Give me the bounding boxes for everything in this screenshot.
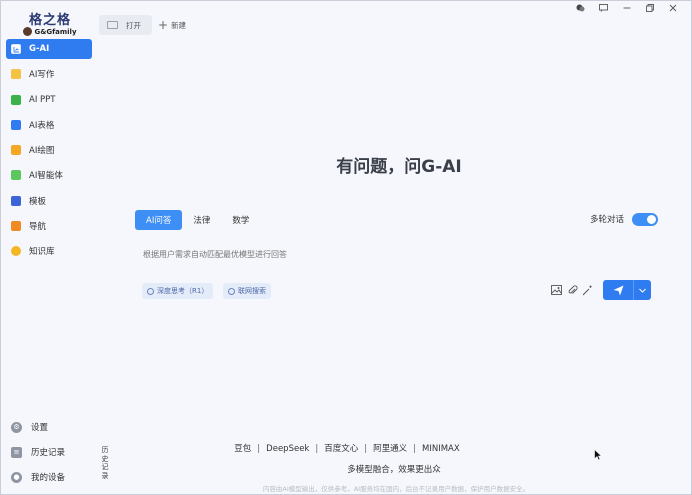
sidebar-item-my-devices[interactable]: ● 我的设备 (6, 467, 96, 487)
deep-think-label: 深度思考（R1） (157, 287, 209, 295)
sidebar-item-label: 导航 (29, 222, 47, 233)
logo: 格之格 G&Gfamily (15, 9, 85, 36)
sidebar-item-label: 设置 (31, 423, 49, 433)
logo-mark-icon (23, 27, 33, 36)
multi-turn-label: 多轮对话 (589, 215, 624, 225)
deep-think-chip[interactable]: 深度思考（R1） (142, 283, 214, 299)
sidebar-item-ai-table[interactable]: AI表格 (6, 115, 92, 135)
disclaimer: 内容由AI模型输出，仅供参考。AI服务均在国内，后台不记录用户数据，保护用户数据… (262, 485, 530, 493)
model-name: 豆包 (234, 444, 252, 454)
send-button[interactable] (603, 280, 651, 300)
atom-icon (147, 287, 154, 295)
multi-turn-toggle[interactable] (632, 213, 658, 226)
window-controls (569, 2, 684, 14)
chart-icon (11, 44, 21, 54)
message-icon[interactable] (592, 2, 615, 14)
chevron-down-icon[interactable] (634, 280, 651, 300)
sidebar-item-label: AI绘图 (29, 146, 55, 157)
prompt-input[interactable] (143, 242, 643, 266)
palette-icon (11, 145, 21, 156)
sidebar-item-settings[interactable]: ⚙ 设置 (6, 417, 96, 437)
tab-ai-qa[interactable]: AI问答 (135, 210, 183, 230)
image-icon[interactable] (550, 284, 562, 296)
open-label: 打开 (126, 20, 141, 30)
sidebar-item-navigation[interactable]: 导航 (6, 216, 92, 236)
logo-subtext: G&Gfamily (34, 27, 77, 36)
mouse-cursor-icon (594, 449, 602, 461)
table-icon (11, 119, 21, 130)
model-name: DeepSeek (266, 444, 310, 454)
close-icon[interactable] (661, 2, 684, 14)
sidebar-nav: G-AI AI写作 AI PPT AI表格 AI绘图 AI智能体 模板 导航 知… (6, 39, 92, 267)
sidebar: 格之格 G&Gfamily G-AI AI写作 AI PPT AI表格 AI绘图… (1, 1, 95, 494)
new-button[interactable]: + 新建 (158, 15, 186, 35)
attachment-icon[interactable] (566, 284, 578, 296)
sidebar-item-ai-drawing[interactable]: AI绘图 (6, 140, 92, 160)
grid-icon (11, 195, 21, 206)
sidebar-item-ai-ppt[interactable]: AI PPT (6, 90, 92, 110)
sidebar-item-ai-agent[interactable]: AI智能体 (6, 165, 92, 185)
web-search-chip[interactable]: 联网搜索 (223, 283, 271, 299)
tab-math[interactable]: 数学 (221, 210, 260, 230)
model-name: 阿里通义 (373, 444, 408, 454)
robot-icon (11, 170, 21, 181)
sidebar-item-label: 模板 (29, 196, 47, 207)
new-label: 新建 (171, 20, 187, 30)
magic-wand-icon[interactable] (581, 284, 593, 296)
lightbulb-icon (11, 246, 21, 257)
app-window: 格之格 G&Gfamily G-AI AI写作 AI PPT AI表格 AI绘图… (0, 0, 692, 495)
maximize-icon[interactable] (638, 2, 661, 14)
model-list: 豆包 | DeepSeek | 百度文心 | 阿里通义 | MINIMAX (234, 444, 460, 454)
compass-icon (11, 221, 21, 232)
sidebar-item-knowledge-base[interactable]: 知识库 (6, 241, 92, 261)
sidebar-item-label: AI PPT (29, 94, 56, 105)
sidebar-item-label: 知识库 (29, 247, 55, 258)
search-icon (228, 287, 235, 295)
slogan: 多模型融合，效果更出众 (347, 465, 441, 475)
sidebar-item-templates[interactable]: 模板 (6, 191, 92, 211)
sidebar-item-label: AI表格 (29, 120, 55, 131)
sidebar-item-g-ai[interactable]: G-AI (6, 39, 92, 59)
folder-icon (107, 21, 118, 29)
plus-icon: + (158, 18, 169, 32)
device-icon: ● (11, 471, 22, 483)
sidebar-item-label: AI写作 (29, 70, 55, 81)
gear-icon: ⚙ (11, 421, 22, 433)
presentation-icon (11, 94, 21, 105)
page-title: 有问题，问G-AI (336, 157, 462, 177)
sidebar-item-label: G-AI (29, 44, 50, 54)
logo-text: 格之格 (28, 13, 71, 28)
sidebar-item-ai-writing[interactable]: AI写作 (6, 64, 92, 84)
model-name: 百度文心 (324, 444, 359, 454)
web-search-label: 联网搜索 (238, 287, 266, 295)
chat-icon[interactable] (569, 2, 592, 14)
sidebar-item-label: AI智能体 (29, 171, 63, 182)
open-button[interactable]: 打开 (99, 15, 152, 35)
mode-tabs: AI问答 法律 数学 (135, 210, 260, 230)
minimize-icon[interactable] (615, 2, 638, 14)
sidebar-item-label: 我的设备 (31, 473, 66, 483)
document-icon (11, 69, 21, 80)
sidebar-bottom: ⚙ 设置 ≡ 历史记录 ● 我的设备 (6, 417, 96, 492)
model-name: MINIMAX (422, 444, 460, 454)
tab-law[interactable]: 法律 (182, 210, 221, 230)
send-icon (603, 280, 634, 300)
